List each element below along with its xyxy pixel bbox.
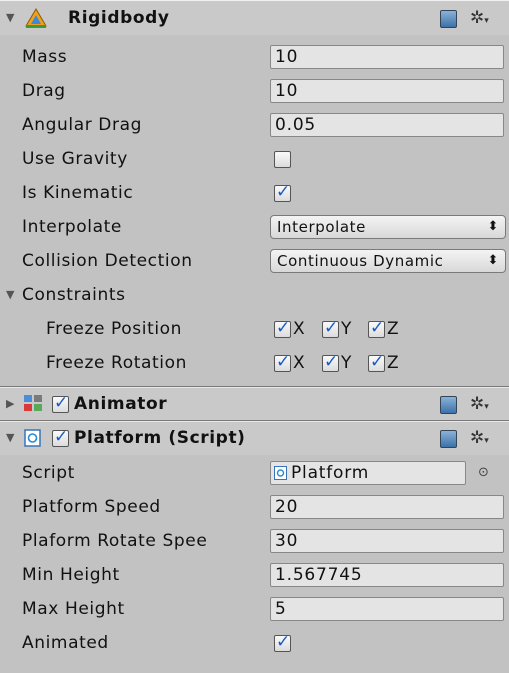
freeze-rotation-row: Freeze Rotation ✓ X ✓ Y ✓ Z [0,346,509,380]
angular-drag-row: Angular Drag 0.05 [0,108,509,142]
interpolate-dropdown[interactable]: Interpolate ⬍ [270,215,506,239]
component-title: Rigidbody [68,8,170,28]
script-value: Platform [291,463,370,483]
field-label: Plaform Rotate Spee [22,531,208,551]
platform-rotate-speed-row: Plaform Rotate Spee 30 [0,524,509,558]
freeze-position-y-checkbox[interactable]: ✓ [322,318,339,338]
axis-label: X [293,319,306,339]
freeze-rotation-x-checkbox[interactable]: ✓ [274,352,291,372]
gear-icon[interactable]: ✲▾ [470,421,489,458]
angular-drag-field[interactable]: 0.05 [270,113,504,137]
dropdown-arrow-icon: ⬍ [487,219,499,234]
platform-rotate-speed-field[interactable]: 30 [270,529,504,553]
collision-detection-row: Collision Detection Continuous Dynamic ⬍ [0,244,509,278]
freeze-rotation-z-checkbox[interactable]: ✓ [368,352,385,372]
collision-detection-dropdown[interactable]: Continuous Dynamic ⬍ [270,249,506,273]
help-book-icon[interactable] [440,430,457,448]
platform-script-header[interactable]: ▼ ✓ Platform (Script) ✲▾ [0,420,509,455]
check-icon: ✓ [54,427,69,447]
field-label: Script [22,463,75,483]
field-label: Mass [22,47,68,67]
platform-speed-row: Platform Speed 20 [0,490,509,524]
component-title: Platform (Script) [74,428,246,448]
field-label: Use Gravity [22,149,128,169]
script-icon [24,429,41,447]
check-icon: ✓ [324,318,339,338]
field-label: Freeze Rotation [46,353,187,373]
interpolate-row: Interpolate Interpolate ⬍ [0,210,509,244]
platform-enabled-checkbox[interactable]: ✓ [52,427,69,447]
axis-label: Y [341,319,352,339]
mass-row: Mass 10 [0,40,509,74]
field-label: Drag [22,81,66,101]
field-label: Max Height [22,599,125,619]
freeze-position-row: Freeze Position ✓ X ✓ Y ✓ Z [0,312,509,346]
check-icon: ✓ [370,318,385,338]
check-icon: ✓ [54,393,69,413]
freeze-rotation-y-checkbox[interactable]: ✓ [322,352,339,372]
foldout-open-icon[interactable]: ▼ [6,1,14,35]
dropdown-value: Interpolate [277,218,366,236]
constraints-label[interactable]: Constraints [22,278,126,312]
is-kinematic-row: Is Kinematic ✓ [0,176,509,210]
help-book-icon[interactable] [440,396,457,414]
freeze-position-z-checkbox[interactable]: ✓ [368,318,385,338]
gear-icon[interactable]: ✲▾ [470,387,489,424]
check-icon: ✓ [324,352,339,372]
field-label: Collision Detection [22,251,193,271]
animator-header[interactable]: ▶ ✓ Animator ✲▾ [0,386,509,421]
field-label: Platform Speed [22,497,161,517]
check-icon: ✓ [276,632,291,652]
rigidbody-header[interactable]: ▼ Rigidbody ✲▾ [0,0,509,35]
check-icon: ✓ [276,318,291,338]
field-label: Interpolate [22,217,122,237]
freeze-position-x-checkbox[interactable]: ✓ [274,318,291,338]
max-height-field[interactable]: 5 [270,597,504,621]
check-icon: ✓ [276,182,291,202]
field-label: Min Height [22,565,120,585]
script-object-field[interactable]: Platform [270,461,466,485]
min-height-row: Min Height 1.567745 [0,558,509,592]
dropdown-value: Continuous Dynamic [277,252,444,270]
mass-field[interactable]: 10 [270,45,504,69]
min-height-field[interactable]: 1.567745 [270,563,504,587]
object-picker-icon[interactable]: ⊙ [478,456,489,490]
animator-icon [24,395,42,411]
foldout-open-icon[interactable]: ▼ [6,421,14,455]
help-book-icon[interactable] [440,10,457,28]
dropdown-arrow-icon: ⬍ [487,253,499,268]
constraints-row[interactable]: ▼ Constraints [0,278,509,312]
foldout-closed-icon[interactable]: ▶ [6,387,14,421]
gear-icon[interactable]: ✲▾ [470,1,489,38]
animated-checkbox[interactable]: ✓ [274,632,291,652]
animated-row: Animated ✓ [0,626,509,660]
field-label: Freeze Position [46,319,183,339]
component-title: Animator [74,394,168,414]
axis-label: Z [387,353,400,373]
script-row: Script Platform ⊙ [0,456,509,490]
use-gravity-row: Use Gravity [0,142,509,176]
rigidbody-icon [25,8,47,28]
use-gravity-checkbox[interactable] [274,151,291,168]
field-label: Angular Drag [22,115,142,135]
is-kinematic-checkbox[interactable]: ✓ [274,182,291,202]
axis-label: X [293,353,306,373]
animator-enabled-checkbox[interactable]: ✓ [52,393,69,413]
check-icon: ✓ [276,352,291,372]
script-icon [274,466,287,480]
field-label: Animated [22,633,109,653]
axis-label: Y [341,353,352,373]
max-height-row: Max Height 5 [0,592,509,626]
drag-row: Drag 10 [0,74,509,108]
axis-label: Z [387,319,400,339]
foldout-open-icon[interactable]: ▼ [6,278,14,312]
field-label: Is Kinematic [22,183,134,203]
check-icon: ✓ [370,352,385,372]
drag-field[interactable]: 10 [270,79,504,103]
platform-speed-field[interactable]: 20 [270,495,504,519]
